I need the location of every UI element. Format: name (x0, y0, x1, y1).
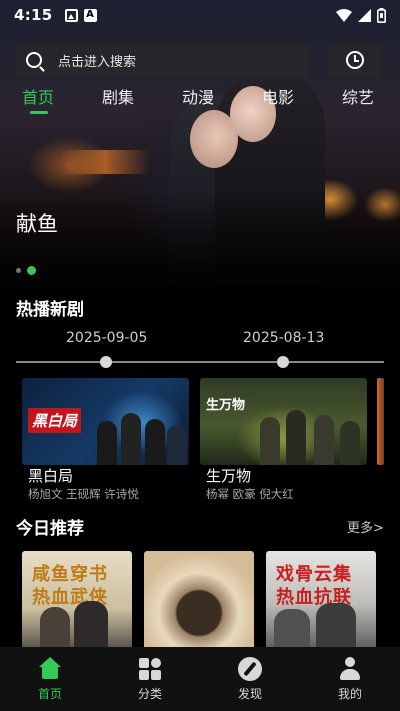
tab-active-indicator (30, 111, 48, 114)
timeline-date[interactable]: 2025-09-05 (66, 330, 147, 346)
user-icon (338, 657, 362, 681)
status-time: 4:15 (14, 6, 53, 24)
tab-movies[interactable]: 电影 (262, 84, 294, 108)
nav-category[interactable]: 分类 (100, 647, 200, 711)
tab-variety[interactable]: 综艺 (342, 84, 374, 108)
poster-figure (74, 601, 108, 647)
nav-profile[interactable]: 我的 (300, 647, 400, 711)
poster-title-art: 黑白局 (28, 408, 82, 433)
hero-title[interactable]: 献鱼 (16, 208, 58, 238)
tab-home[interactable]: 首页 (22, 84, 54, 108)
poster-title-art: 生万物 (206, 398, 246, 413)
timeline-date[interactable]: 2025-08-13 (243, 330, 324, 346)
poster-figure (40, 607, 70, 647)
poster-show-next[interactable] (377, 378, 384, 465)
show-cast: 杨幂 欧豪 倪大红 (206, 487, 294, 501)
status-bar: 4:15 A (0, 0, 400, 30)
more-link[interactable]: 更多> (347, 517, 384, 536)
nav-discover[interactable]: 发现 (200, 647, 300, 711)
hero-background-light (60, 150, 150, 174)
category-icon (138, 657, 162, 681)
home-icon (38, 657, 62, 681)
timeline-dot (277, 356, 289, 368)
search-bar[interactable]: 点击进入搜索 (16, 43, 309, 77)
tab-anime[interactable]: 动漫 (182, 84, 214, 108)
show-cast: 杨旭文 王砚辉 许诗悦 (28, 487, 139, 501)
nav-label: 我的 (337, 687, 362, 701)
signal-icon (358, 8, 371, 22)
poster-cast-silhouettes (97, 405, 187, 465)
search-placeholder: 点击进入搜索 (58, 54, 137, 70)
poster-cast-silhouettes (260, 405, 360, 465)
wifi-icon (336, 8, 352, 22)
history-button[interactable] (328, 43, 382, 77)
clock-icon (346, 51, 364, 69)
timeline-dot (100, 356, 112, 368)
image-icon (64, 8, 78, 22)
category-tabs: 首页 剧集 动漫 电影 综艺 (0, 80, 400, 114)
poster-show-2[interactable]: 生万物 (200, 378, 367, 465)
tab-series[interactable]: 剧集 (102, 84, 134, 108)
carousel-dot (16, 268, 21, 273)
hot-new-title: 热播新剧 (16, 300, 84, 320)
show-title[interactable]: 生万物 (206, 465, 251, 486)
battery-icon (377, 7, 386, 23)
nav-label: 分类 (137, 687, 162, 701)
nav-label: 发现 (237, 687, 262, 701)
poster-show-1[interactable]: 黑白局 (22, 378, 189, 465)
carousel-indicator (16, 266, 36, 275)
nav-home[interactable]: 首页 (0, 647, 100, 711)
bottom-navigation: 首页 分类 发现 我的 (0, 647, 400, 711)
hero-gradient-overlay (0, 190, 400, 285)
recommend-poster-1[interactable]: 咸鱼穿书 热血武侠 (22, 551, 132, 647)
release-timeline: 2025-09-05 2025-08-13 (16, 320, 384, 370)
a-icon: A (83, 8, 97, 22)
carousel-dot-active (27, 266, 36, 275)
today-picks-title: 今日推荐 (16, 519, 84, 539)
recommend-poster-2[interactable] (144, 551, 254, 647)
poster-figure (274, 609, 310, 647)
poster-figure (316, 603, 356, 647)
nav-label: 首页 (37, 687, 62, 701)
show-title[interactable]: 黑白局 (28, 465, 73, 486)
timeline-line (16, 361, 384, 363)
search-icon (26, 52, 42, 68)
compass-icon (238, 657, 262, 681)
recommend-poster-3[interactable]: 戏骨云集 热血抗联 (266, 551, 376, 647)
